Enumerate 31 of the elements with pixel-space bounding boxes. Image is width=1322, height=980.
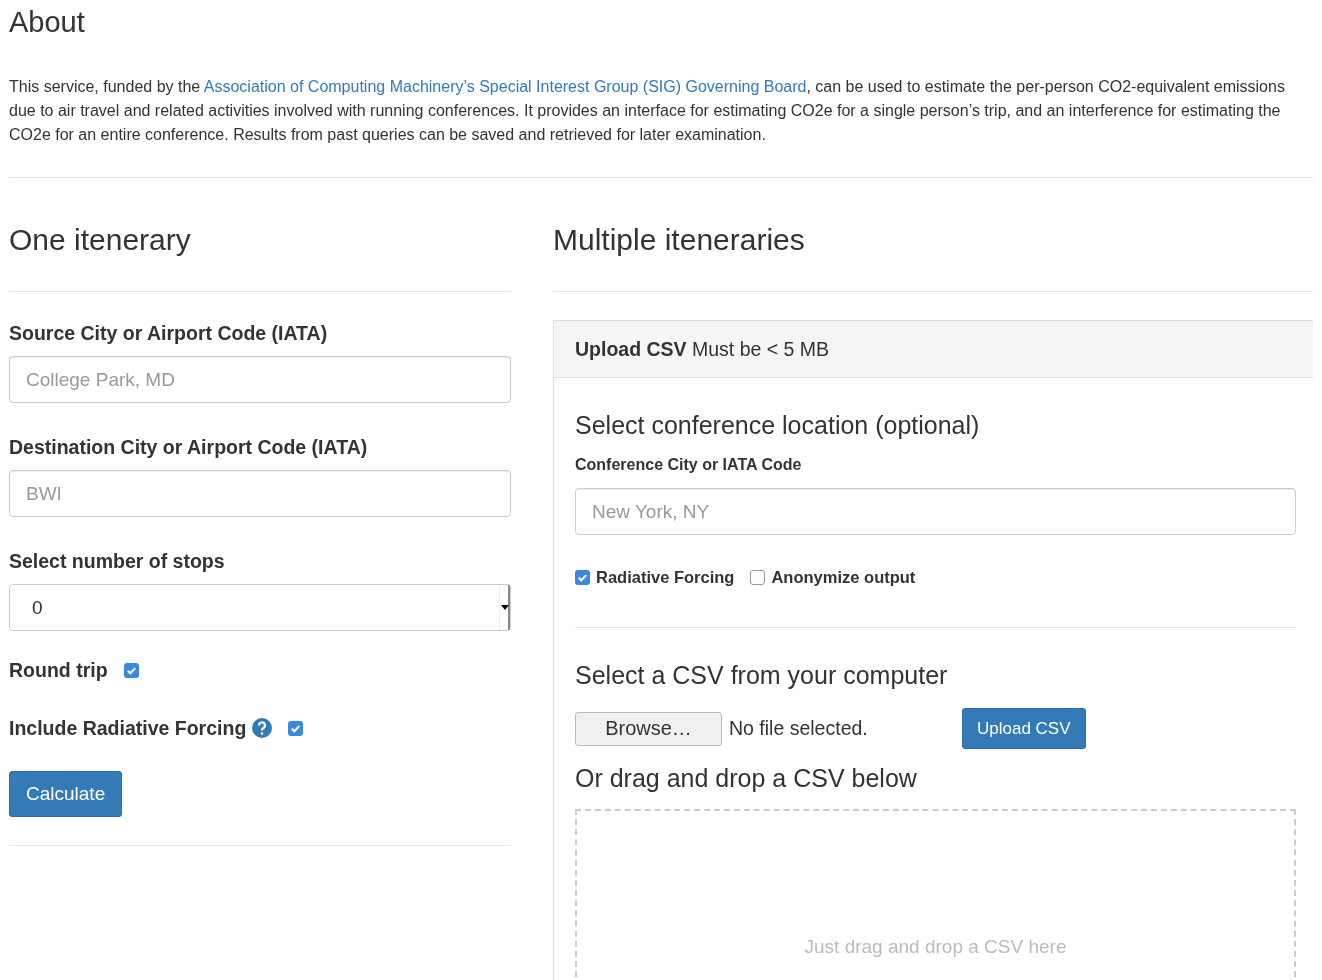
checkbox[interactable]: [750, 570, 766, 585]
checkbox-label: Anonymize output: [771, 568, 916, 587]
drop-hint: Just drag and drop a CSV here: [804, 936, 1067, 959]
section-title: Multiple iteneraries: [553, 223, 806, 257]
option-label: Round trip: [9, 658, 108, 682]
file-status: No file selected.: [729, 717, 869, 740]
input-field[interactable]: New York, NY: [575, 488, 1296, 535]
subsection-title: Select a CSV from your computer: [575, 660, 949, 690]
field-label: Source City or Airport Code (IATA): [9, 322, 329, 344]
section-title: One itenerary: [9, 223, 192, 257]
checkbox[interactable]: [575, 570, 590, 585]
subsection-title: Select conference location (optional): [575, 410, 981, 440]
checkbox-label: Radiative Forcing: [596, 568, 735, 587]
upload-button[interactable]: Upload CSV: [962, 708, 1086, 749]
subsection-title: Or drag and drop a CSV below: [575, 763, 918, 793]
input-field[interactable]: College Park, MD: [9, 356, 511, 403]
stops-select[interactable]: 0: [9, 584, 511, 631]
field-label: Conference City or IATA Code: [575, 455, 803, 475]
board-link[interactable]: Association of Computing Machinery’s Special Interest Group (SIG) Governing Board: [203, 78, 807, 95]
checkbox[interactable]: [123, 662, 139, 678]
browse-button[interactable]: Browse…: [575, 711, 722, 746]
option-label: Include Radiative Forcing: [9, 716, 247, 740]
help-icon[interactable]: [252, 718, 273, 738]
checkbox[interactable]: [288, 720, 304, 736]
page-title: About: [9, 5, 86, 39]
field-label: Select number of stops: [9, 550, 226, 572]
about-paragraph: This service, funded by the Association of Computing Machinery’s Special Interest Group (SIG) Governing Board, can be used to estimate the per-person CO2-equivalent emissions due to air travel and related activities involved with running conferences. It provides an interface for estimating CO2e for a single person’s trip, and an interference for estimating the CO2e for an entire conference. Results from past queries can be saved and retrieved for later examination.: [9, 77, 1286, 145]
calculate-button[interactable]: Calculate: [9, 771, 123, 817]
panel-title: Upload CSV Must be < 5 MB: [575, 337, 830, 361]
field-label: Destination City or Airport Code (IATA): [9, 436, 369, 458]
input-field[interactable]: BWI: [9, 470, 511, 517]
